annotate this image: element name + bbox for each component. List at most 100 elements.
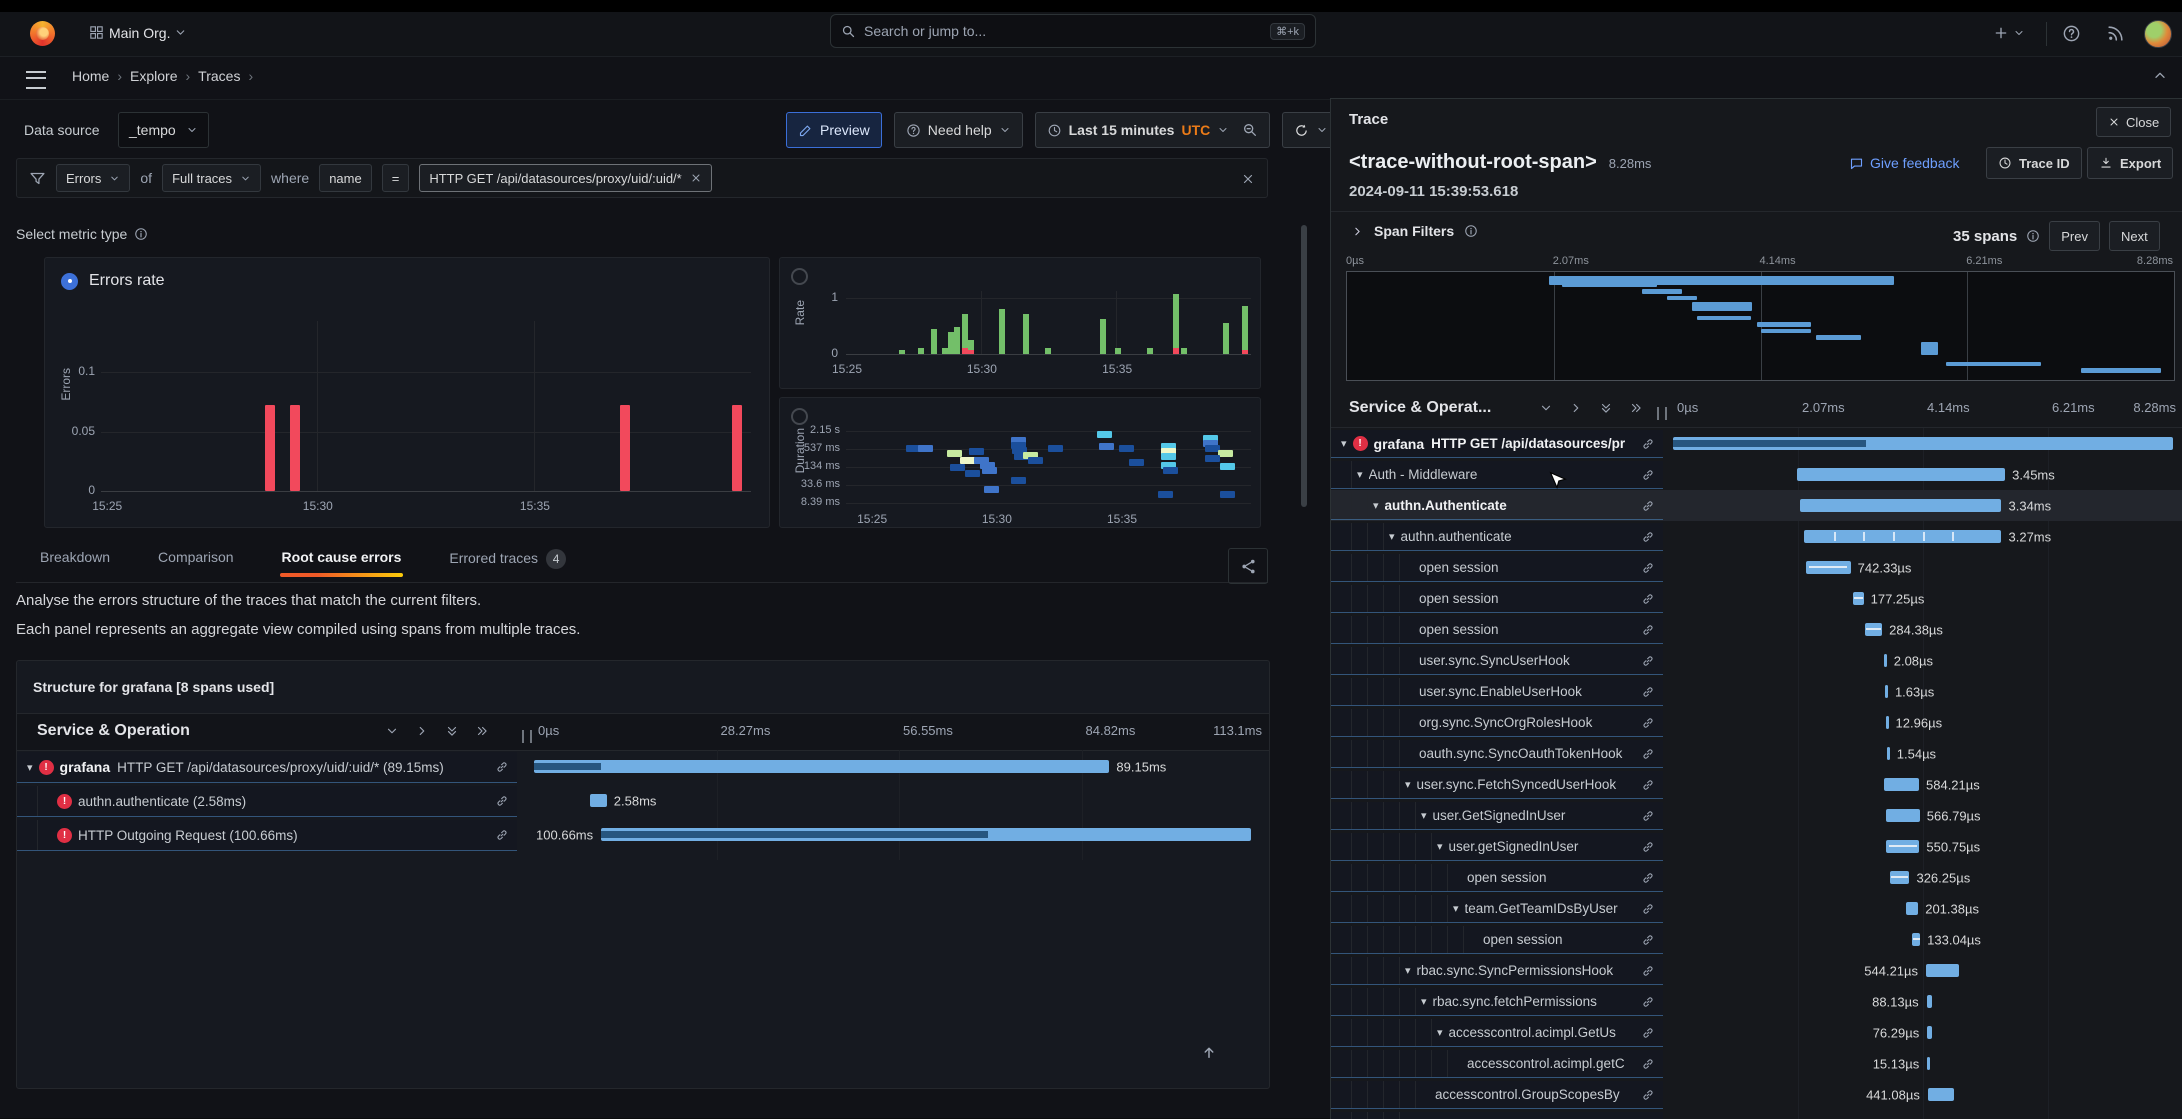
rate-bar[interactable] <box>1115 348 1121 354</box>
heatmap-cell[interactable] <box>1099 443 1114 450</box>
rate-bar[interactable] <box>899 350 905 354</box>
span-row[interactable]: ▾rbac.sync.SyncPermissionsHook544.21µs <box>1331 955 2182 986</box>
span-duration-bar[interactable] <box>1927 1026 1932 1039</box>
heatmap-cell[interactable] <box>1119 445 1134 452</box>
heatmap-cell[interactable] <box>960 457 975 464</box>
trace-minimap[interactable] <box>1346 271 2175 381</box>
error-bar[interactable] <box>265 405 275 491</box>
span-link-icon[interactable] <box>1641 592 1655 606</box>
rate-bar[interactable] <box>931 329 937 354</box>
span-name-cell[interactable]: ▾user.GetSignedInUser <box>1331 802 1663 830</box>
span-name-cell[interactable]: open session <box>1331 585 1663 613</box>
heatmap-cell[interactable] <box>1161 453 1176 460</box>
expand-all-icon[interactable] <box>475 724 489 738</box>
span-row[interactable]: ▾authn.Authenticate3.34ms <box>1331 490 2182 521</box>
span-link-icon[interactable] <box>1641 685 1655 699</box>
heatmap-cell[interactable] <box>1011 477 1026 484</box>
heatmap-cell[interactable] <box>1158 491 1173 498</box>
scroll-top-button[interactable] <box>1200 1043 1218 1061</box>
heatmap-cell[interactable] <box>1097 431 1112 438</box>
span-row[interactable]: open session133.04µs <box>1331 924 2182 955</box>
span-row[interactable]: accesscontrol.acimpl.getC15.13µs <box>1331 1048 2182 1079</box>
span-name-cell[interactable]: ▾authn.Authenticate <box>1331 492 1663 520</box>
span-link-icon[interactable] <box>1641 995 1655 1009</box>
explore-scrollbar[interactable] <box>1301 225 1307 507</box>
heatmap-cell[interactable] <box>1205 455 1220 462</box>
span-link-icon[interactable] <box>495 760 509 774</box>
close-drawer-button[interactable]: Close <box>2096 107 2171 137</box>
need-help-button[interactable]: Need help <box>894 112 1023 148</box>
span-link-icon[interactable] <box>1641 933 1655 947</box>
breadcrumb-traces[interactable]: Traces <box>198 68 240 84</box>
expand-one-icon[interactable] <box>1569 401 1583 415</box>
heatmap-cell[interactable] <box>1218 450 1233 457</box>
heatmap-cell[interactable] <box>965 470 980 477</box>
time-range-picker[interactable]: Last 15 minutes UTC <box>1035 112 1271 148</box>
new-button[interactable] <box>1993 25 2025 41</box>
grafana-logo[interactable] <box>30 21 55 46</box>
heatmap-cell[interactable] <box>1163 467 1178 474</box>
duration-panel[interactable]: Duration 2.15 s537 ms134 ms33.6 ms8.39 m… <box>779 397 1261 528</box>
zoom-out-icon[interactable] <box>1242 122 1258 138</box>
collapse-one-icon[interactable] <box>1539 401 1553 415</box>
export-button[interactable]: Export <box>2087 147 2173 179</box>
span-name-cell[interactable]: ▾rbac.sync.SyncPermissionsHook <box>1331 957 1663 985</box>
tab-errored-traces[interactable]: Errored traces4 <box>447 545 568 581</box>
error-bar[interactable] <box>290 405 300 491</box>
span-row[interactable]: ▾!grafanaHTTP GET /api/datasources/pr <box>1331 428 2182 459</box>
breadcrumb-home[interactable]: Home <box>72 68 109 84</box>
collapse-chevron-icon[interactable] <box>2152 67 2168 84</box>
column-resize-handle[interactable] <box>522 730 532 743</box>
span-row[interactable]: ▾!grafanaHTTP GET /api/datasources/proxy… <box>17 750 1269 784</box>
tree-chevron-icon[interactable]: ▾ <box>1421 809 1427 822</box>
span-link-icon[interactable] <box>1641 747 1655 761</box>
tree-chevron-icon[interactable]: ▾ <box>1405 964 1411 977</box>
span-duration-bar[interactable] <box>1800 499 2002 512</box>
filter-field[interactable]: name <box>319 164 372 192</box>
filter-operator[interactable]: = <box>382 164 410 192</box>
tab-root-cause-errors[interactable]: Root cause errors <box>280 545 404 577</box>
help-button[interactable] <box>2062 24 2081 43</box>
tree-chevron-icon[interactable]: ▾ <box>27 761 33 774</box>
span-row[interactable]: ▾user.GetSignedInUser566.79µs <box>1331 800 2182 831</box>
expand-one-icon[interactable] <box>415 724 429 738</box>
rate-bar[interactable] <box>1181 348 1187 354</box>
share-button[interactable] <box>1228 548 1268 584</box>
span-name-cell[interactable]: open session <box>1331 616 1663 644</box>
rate-radio[interactable] <box>791 268 808 285</box>
rate-bar[interactable] <box>1023 314 1029 354</box>
span-row[interactable]: open session742.33µs <box>1331 552 2182 583</box>
remove-filter-icon[interactable] <box>690 172 702 184</box>
span-name-cell[interactable]: ▾user.sync.FetchSyncedUserHook <box>1331 771 1663 799</box>
heatmap-cell[interactable] <box>947 450 962 457</box>
tree-chevron-icon[interactable]: ▾ <box>1341 437 1347 450</box>
rate-bar[interactable] <box>999 309 1005 354</box>
error-bar[interactable] <box>732 405 742 491</box>
span-duration-bar[interactable] <box>590 794 607 807</box>
span-duration-bar[interactable] <box>1885 685 1888 698</box>
span-link-icon[interactable] <box>1641 902 1655 916</box>
rate-bar[interactable] <box>918 348 924 354</box>
span-duration-bar[interactable] <box>534 760 1109 773</box>
org-switcher[interactable]: Main Org. <box>88 24 187 41</box>
span-row[interactable]: ▾team.GetTeamIDsByUser201.38µs <box>1331 893 2182 924</box>
tree-chevron-icon[interactable]: ▾ <box>1357 468 1363 481</box>
user-avatar[interactable] <box>2144 20 2172 48</box>
heatmap-cell[interactable] <box>1048 445 1063 452</box>
span-row[interactable]: ▾rbac.sync.fetchPermissions88.13µs <box>1331 986 2182 1017</box>
search-input[interactable]: Search or jump to... ⌘+k <box>830 14 1316 48</box>
span-name-cell[interactable]: ▾user.getSignedInUser <box>1331 833 1663 861</box>
span-duration-bar[interactable] <box>1884 778 1919 791</box>
span-name-cell[interactable]: oauth.sync.SyncOauthTokenHook <box>1331 740 1663 768</box>
span-row[interactable]: ▾user.getSignedInUser550.75µs <box>1331 831 2182 862</box>
span-row[interactable]: org.sync.SyncOrgRolesHook12.96µs <box>1331 707 2182 738</box>
span-link-icon[interactable] <box>495 794 509 808</box>
span-name-cell[interactable]: ▾accesscontrol.acimpl.GetUs <box>1331 1019 1663 1047</box>
expand-all-icon[interactable] <box>1629 401 1643 415</box>
heatmap-cell[interactable] <box>918 445 933 452</box>
span-row[interactable]: !authn.authenticate (2.58ms)2.58ms <box>17 784 1269 818</box>
span-link-icon[interactable] <box>1641 499 1655 513</box>
heatmap-cell[interactable] <box>1220 463 1235 470</box>
prev-span-button[interactable]: Prev <box>2049 221 2100 251</box>
span-duration-bar[interactable] <box>1797 468 2005 481</box>
